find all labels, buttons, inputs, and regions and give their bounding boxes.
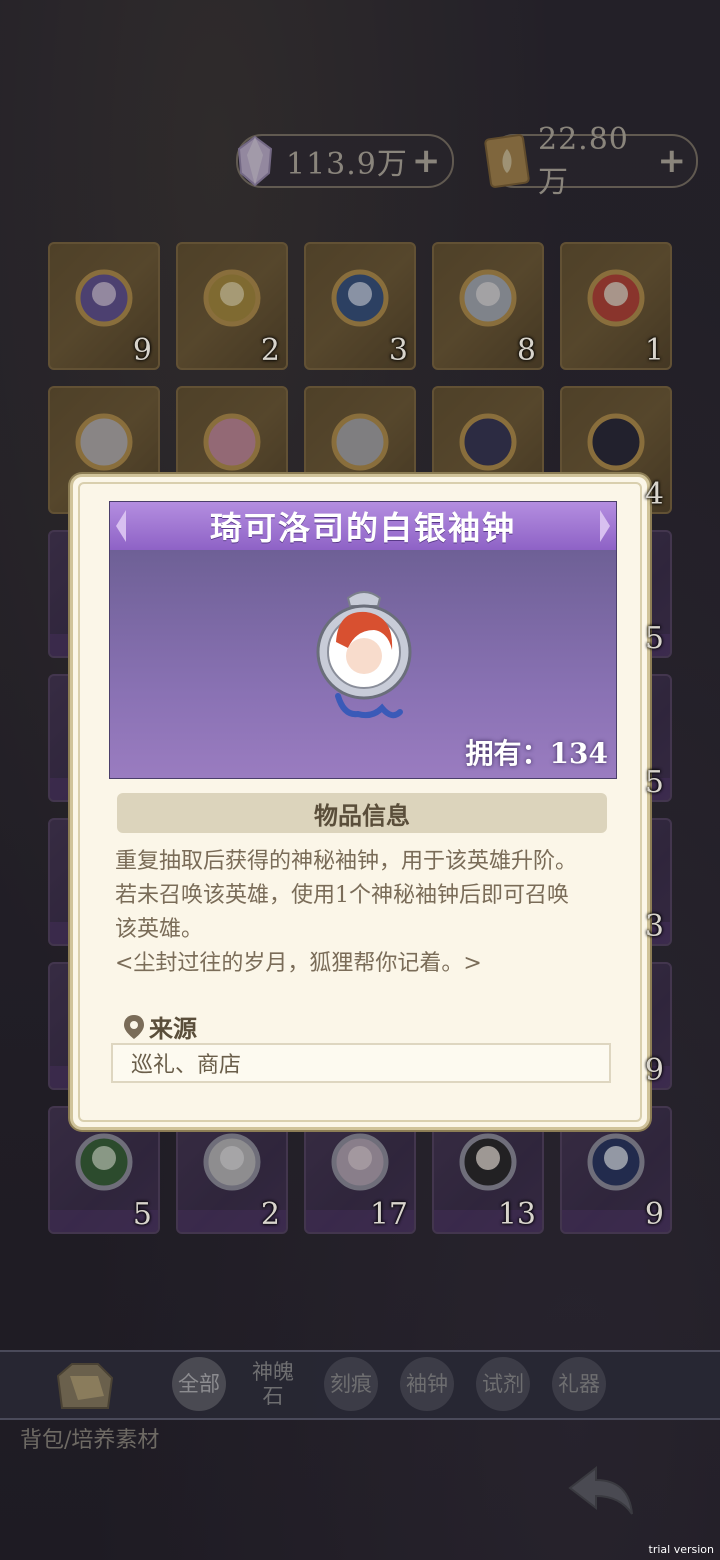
item-quantity: 1	[644, 333, 664, 368]
item-quantity: 9	[644, 1197, 664, 1232]
breadcrumb: 背包/培养素材	[20, 1428, 160, 1453]
back-arrow-icon[interactable]	[566, 1462, 642, 1518]
item-quantity: 8	[516, 333, 536, 368]
tab-soulstone[interactable]: 神魄 石	[246, 1357, 300, 1411]
backpack-icon	[56, 1363, 114, 1409]
source-value[interactable]: 巡礼、商店	[111, 1043, 611, 1083]
tab-reagent[interactable]: 试剂	[476, 1357, 530, 1411]
item-quantity: 2	[260, 333, 280, 368]
description-line: 重复抽取后获得的神秘袖钟，用于该英雄升阶。	[115, 849, 578, 874]
source-label: 来源	[123, 1009, 197, 1044]
item-name: 琦可洛司的白银袖钟	[110, 502, 616, 550]
tab-ritual-item[interactable]: 礼器	[552, 1357, 606, 1411]
tab-sleeve-bell[interactable]: 袖钟	[400, 1357, 454, 1411]
item-quantity: 17	[369, 1197, 408, 1232]
location-pin-icon	[124, 1014, 144, 1039]
silver-sleeve-bell-icon	[316, 591, 412, 719]
description-line: 该英雄。	[115, 917, 204, 942]
description-line: 若未召唤该英雄，使用1个神秘袖钟后即可召唤	[115, 883, 569, 908]
description-line: <尘封过往的岁月，狐狸帮你记着。>	[115, 951, 482, 976]
item-quantity: 2	[260, 1197, 280, 1232]
item-quantity: 9	[644, 1053, 664, 1088]
item-detail-dialog[interactable]: 琦可洛司的白银袖钟 拥有：134 物品信息 重复抽取后获得的神秘袖钟，用于该英雄…	[70, 474, 650, 1130]
item-description: 重复抽取后获得的神秘袖钟，用于该英雄升阶。 若未召唤该英雄，使用1个神秘袖钟后即…	[115, 845, 615, 981]
owned-count: 拥有：134	[465, 737, 608, 770]
item-quantity: 4	[644, 477, 664, 512]
info-header: 物品信息	[117, 793, 607, 833]
source-label-text: 来源	[149, 1014, 197, 1043]
item-quantity: 13	[497, 1197, 536, 1232]
item-banner: 琦可洛司的白银袖钟 拥有：134	[109, 501, 617, 779]
item-quantity: 9	[132, 333, 152, 368]
item-quantity: 5	[132, 1197, 152, 1232]
tab-engraving[interactable]: 刻痕	[324, 1357, 378, 1411]
item-quantity: 3	[644, 909, 664, 944]
watermark: trial version	[648, 1543, 714, 1556]
item-quantity: 5	[644, 621, 664, 656]
item-quantity: 5	[644, 765, 664, 800]
item-quantity: 3	[388, 333, 408, 368]
tab-all[interactable]: 全部	[172, 1357, 226, 1411]
